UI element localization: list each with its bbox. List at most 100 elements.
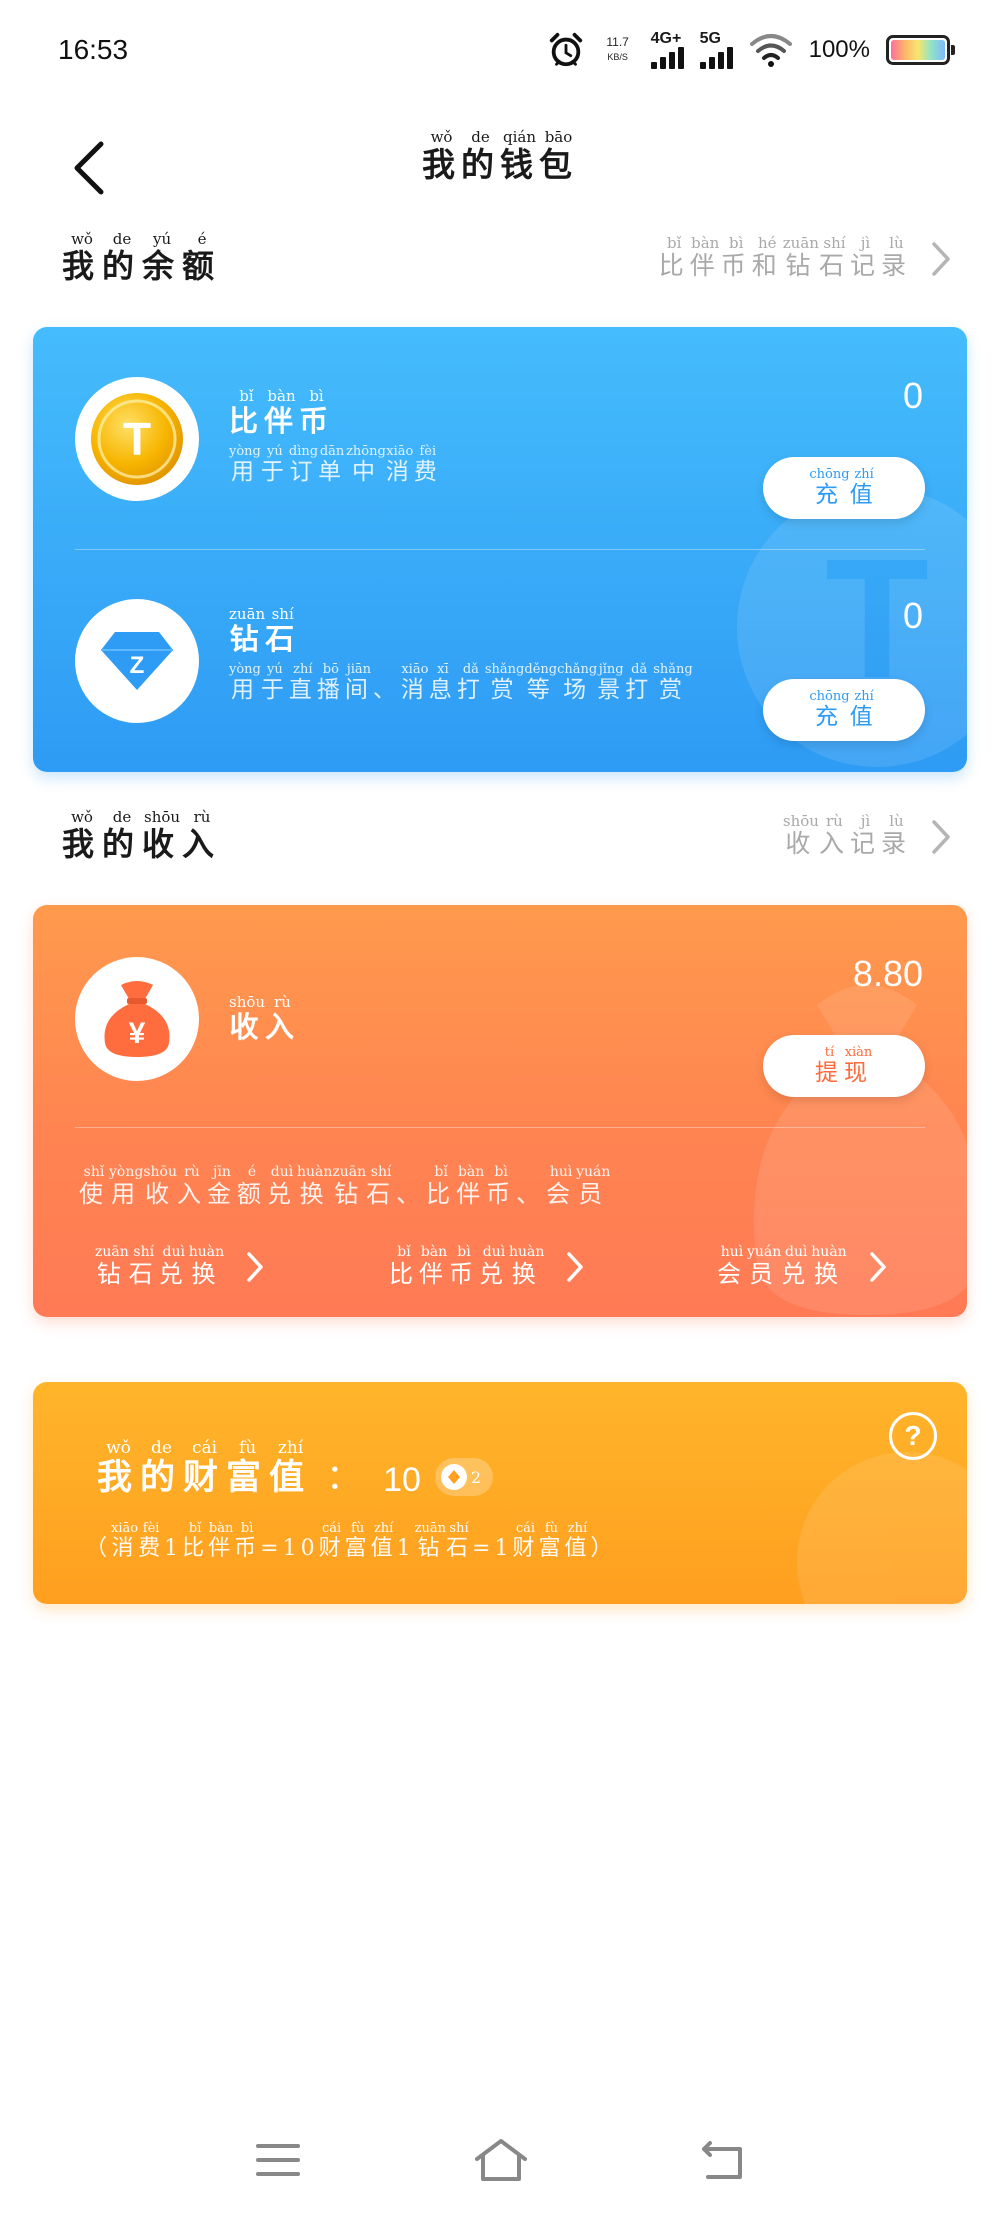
- ruby-pinyin: bàn: [208, 1521, 235, 1536]
- ruby-char: 打dǎ: [456, 662, 485, 703]
- income-records-link[interactable]: 收shōu入rù记jì录lù: [783, 812, 952, 860]
- ruby-char: 1: [396, 1536, 415, 1561]
- ruby-pinyin: zhí: [370, 1521, 397, 1536]
- status-bar: 16:53 11.7 KB/S 4G+ 5G 100%: [0, 0, 1000, 104]
- ruby-char: 值zhí: [370, 1521, 397, 1561]
- diamond-exchange-link[interactable]: 钻zuān石shí兑duì换huàn: [95, 1244, 264, 1289]
- diamond-description: 用yòng于yú直zhí播bō间jiān、消xiāo息xī打dǎ赏shǎng等d…: [229, 662, 693, 704]
- ruby-char: 的de: [140, 1438, 184, 1498]
- ruby-pinyin: cái: [512, 1521, 539, 1536]
- ruby-pinyin: fèi: [413, 444, 442, 459]
- ruby-char: 比bǐ: [182, 1521, 209, 1561]
- ruby-char: 换huàn: [811, 1244, 847, 1288]
- ruby-pinyin: bàn: [456, 1164, 487, 1180]
- ruby-pinyin: rù: [182, 808, 223, 826]
- balance-section-header: 我wǒ的de余yú额é 比bǐ伴bàn币bì和hé钻zuān石shí记jì录lù: [62, 230, 952, 292]
- ruby-pinyin: xī: [428, 662, 457, 677]
- system-navigation-bar: [0, 2130, 1000, 2200]
- ruby-pinyin: yòng: [229, 444, 261, 459]
- ruby-pinyin: bǐ: [389, 1244, 419, 1260]
- ruby-pinyin: wǒ: [97, 1438, 141, 1458]
- level-coin-icon: [440, 1464, 467, 1490]
- menu-button[interactable]: [243, 2130, 313, 2190]
- ruby-pinyin: fù: [226, 1438, 270, 1458]
- ruby-pinyin: zhí: [849, 466, 879, 482]
- wealth-level-value: 2: [470, 1467, 482, 1487]
- ruby-pinyin: hé: [751, 234, 783, 252]
- ruby-char: 赏shǎng: [653, 662, 693, 703]
- withdraw-button[interactable]: 提tí 现xiàn: [763, 1035, 925, 1097]
- ruby-pinyin: zhí: [288, 662, 317, 677]
- ruby-char: 记jì: [849, 812, 881, 858]
- bibi-diamond-records-link[interactable]: 比bǐ伴bàn币bì和hé钻zuān石shí记jì录lù: [659, 234, 952, 282]
- ruby-pinyin: zhí: [564, 1521, 591, 1536]
- income-title: 收shōu入rù: [229, 993, 301, 1046]
- ruby-char: 比bǐ: [229, 387, 265, 438]
- ruby-char: 钱qián: [500, 128, 539, 184]
- ruby-pinyin: duì: [266, 1164, 297, 1180]
- ruby-pinyin: chōng: [809, 688, 850, 704]
- ruby-char: 石shí: [818, 234, 850, 280]
- diamond-recharge-button[interactable]: 充chōng 值zhí: [763, 679, 925, 741]
- ruby-pinyin: cái: [183, 1438, 227, 1458]
- ruby-pinyin: bàn: [689, 234, 721, 252]
- ruby-char: 财cái: [183, 1438, 227, 1498]
- ruby-pinyin: wǒ: [422, 128, 461, 146]
- svg-text:¥: ¥: [129, 1017, 146, 1050]
- bibi-balance-value: 0: [902, 375, 923, 416]
- ruby-pinyin: shí: [128, 1244, 159, 1260]
- ruby-char: 比bǐ: [389, 1244, 419, 1288]
- ruby-pinyin: bì: [234, 1521, 261, 1536]
- exchange-description: 使shǐ用yòng收shōu入rù金jīn额é兑duì换huàn钻zuān石sh…: [79, 1164, 611, 1209]
- balance-card: T T 比bǐ伴bàn币bì 用yòng于yú订dìng单dān中zhōng消x…: [33, 327, 967, 772]
- wealth-title: 我wǒ的de财cái富fù值zhí ： 10 2: [97, 1438, 494, 1500]
- ruby-pinyin: zhōng: [346, 444, 386, 459]
- battery-icon: [886, 35, 955, 65]
- ruby-char: 财cái: [318, 1521, 345, 1561]
- bibi-recharge-button[interactable]: 充chōng 值zhí: [763, 457, 925, 519]
- income-section-header: 我wǒ的de收shōu入rù 收shōu入rù记jì录lù: [62, 808, 952, 870]
- ruby-pinyin: shí: [446, 1521, 473, 1536]
- ruby-char: 员yuán: [576, 1164, 611, 1208]
- membership-exchange-link[interactable]: 会huì员yuán兑duì换huàn: [717, 1244, 887, 1289]
- ruby-char: 值zhí: [849, 688, 879, 730]
- ruby-pinyin: fù: [538, 1521, 565, 1536]
- ruby-pinyin: bì: [720, 234, 752, 252]
- ruby-pinyin: shǐ: [79, 1164, 109, 1180]
- return-button[interactable]: [689, 2130, 759, 2190]
- ruby-char: 我wǒ: [62, 808, 103, 863]
- ruby-pinyin: děng: [524, 662, 558, 677]
- ruby-char: 的de: [102, 808, 143, 863]
- home-button[interactable]: [466, 2130, 536, 2190]
- ruby-char: 景jǐng: [597, 662, 626, 703]
- ruby-char: 富fù: [538, 1521, 565, 1561]
- bibi-row: T 比bǐ伴bàn币bì 用yòng于yú订dìng单dān中zhōng消xiā…: [33, 327, 967, 519]
- ruby-pinyin: shí: [818, 234, 850, 252]
- bibi-description: 用yòng于yú订dìng单dān中zhōng消xiāo费fèi: [229, 444, 442, 486]
- ruby-pinyin: bàn: [419, 1244, 449, 1260]
- ruby-char: 、: [372, 677, 401, 703]
- ruby-char: 财cái: [512, 1521, 539, 1561]
- ruby-char: 入rù: [265, 993, 301, 1044]
- chevron-right-icon: [932, 820, 950, 854]
- ruby-pinyin: bì: [299, 387, 335, 405]
- ruby-char: 收shōu: [143, 1164, 177, 1208]
- ruby-pinyin: bì: [486, 1164, 517, 1180]
- ruby-pinyin: de: [102, 230, 143, 248]
- balance-section-title: 我wǒ的de余yú额é: [62, 230, 223, 287]
- ruby-char: 额é: [182, 230, 223, 285]
- ruby-char: 赏shǎng: [484, 662, 525, 703]
- bibi-exchange-link[interactable]: 比bǐ伴bàn币bì兑duì换huàn: [389, 1244, 584, 1289]
- ruby-pinyin: é: [182, 230, 223, 248]
- ruby-pinyin: jīn: [206, 1164, 237, 1180]
- money-bag-icon: ¥: [104, 981, 170, 1057]
- ruby-char: 用yòng: [229, 662, 261, 703]
- question-circle-icon[interactable]: ?: [889, 1412, 937, 1460]
- ruby-pinyin: huàn: [509, 1244, 545, 1260]
- diamond-row: Z 钻zuān石shí 用yòng于yú直zhí播bō间jiān、消xiāo息x…: [33, 549, 967, 741]
- ruby-pinyin: rù: [265, 993, 301, 1011]
- ruby-pinyin: shōu: [142, 808, 183, 826]
- signal-5g-label: 5G: [699, 30, 721, 47]
- ruby-pinyin: wǒ: [62, 808, 102, 826]
- signal-bars-icon: [650, 47, 684, 69]
